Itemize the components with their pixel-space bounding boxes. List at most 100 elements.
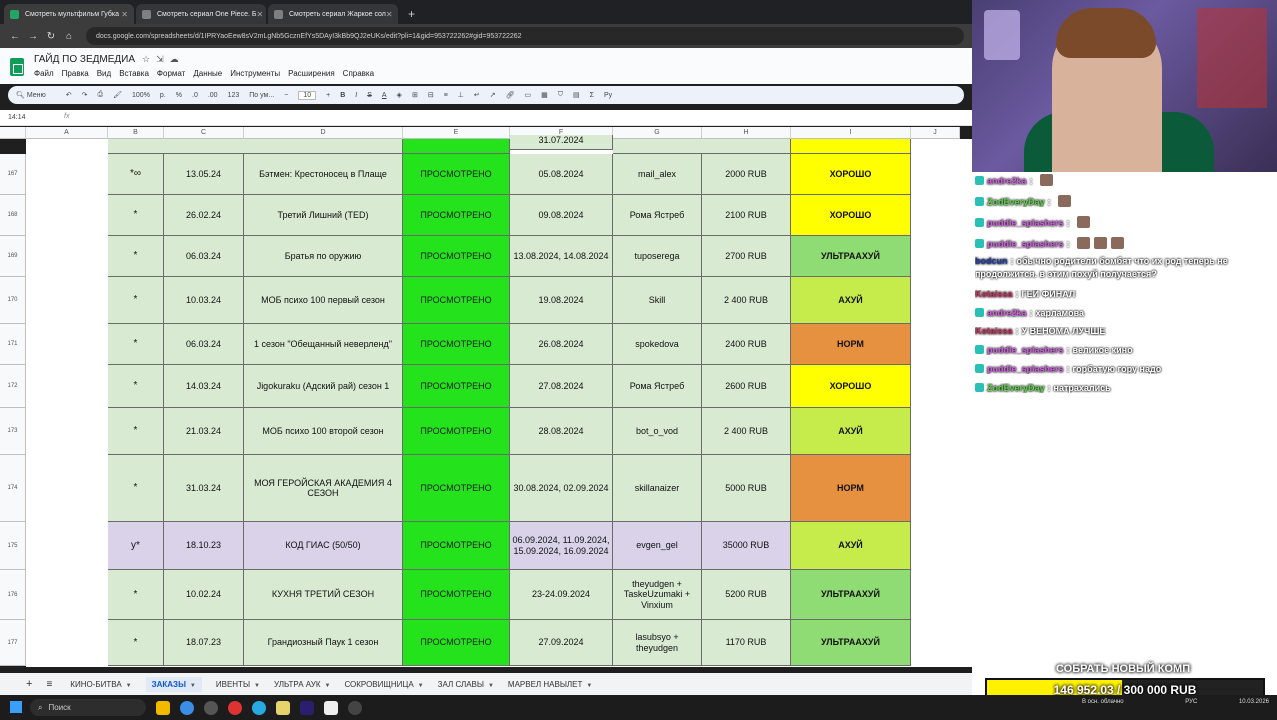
search-menu-button[interactable]: 🔍︎ Меню bbox=[16, 91, 56, 99]
menu-item[interactable]: Правка bbox=[62, 69, 89, 78]
title-cell[interactable]: КОД ГИАС (50/50) bbox=[244, 522, 403, 570]
partial-row-date-cell[interactable]: 31.07.2024 bbox=[510, 135, 613, 150]
title-cell[interactable]: Jigokuraku (Адский рай) сезон 1 bbox=[244, 365, 403, 408]
rating-cell[interactable]: УЛЬТРААХУЙ bbox=[791, 236, 911, 277]
row-number[interactable]: 169 bbox=[0, 236, 26, 277]
redo-icon[interactable]: ↷ bbox=[82, 91, 88, 99]
app-white-icon[interactable] bbox=[324, 700, 338, 715]
status-cell[interactable]: ПРОСМОТРЕНО bbox=[403, 455, 510, 522]
order-date-cell[interactable]: 06.03.24 bbox=[164, 236, 244, 277]
column-header[interactable]: A bbox=[26, 127, 108, 139]
order-date-cell[interactable]: 06.03.24 bbox=[164, 324, 244, 365]
app-red-icon[interactable] bbox=[228, 700, 242, 715]
customer-cell[interactable]: bot_o_vod bbox=[613, 408, 702, 455]
price-cell[interactable]: 5200 RUB bbox=[702, 570, 791, 620]
rating-cell[interactable]: АХУЙ bbox=[791, 522, 911, 570]
title-cell[interactable]: Братья по оружию bbox=[244, 236, 403, 277]
column-header[interactable]: G bbox=[613, 127, 702, 139]
more-formats-button[interactable]: 123 bbox=[228, 92, 240, 99]
customer-cell[interactable]: Рома Ястреб bbox=[613, 365, 702, 408]
watch-date-cell[interactable]: 27.08.2024 bbox=[510, 365, 613, 408]
menu-item[interactable]: Файл bbox=[34, 69, 54, 78]
comment-icon[interactable]: ▭ bbox=[525, 91, 532, 99]
obs-icon[interactable] bbox=[348, 700, 362, 715]
column-header[interactable]: J bbox=[911, 127, 960, 139]
order-date-cell[interactable]: 21.03.24 bbox=[164, 408, 244, 455]
partial-row-status-cell[interactable] bbox=[403, 139, 510, 154]
decrease-decimal-button[interactable]: .0 bbox=[192, 92, 198, 99]
tab-close-icon[interactable]: ✕ bbox=[121, 10, 128, 19]
chevron-down-icon[interactable]: ▼ bbox=[254, 683, 260, 689]
input-tools-icon[interactable]: Ру bbox=[604, 92, 612, 99]
italic-icon[interactable]: I bbox=[355, 92, 357, 99]
row-number[interactable]: 177 bbox=[0, 620, 26, 666]
status-cell[interactable]: ПРОСМОТРЕНО bbox=[403, 195, 510, 236]
price-cell[interactable]: 2600 RUB bbox=[702, 365, 791, 408]
premiere-icon[interactable] bbox=[300, 700, 314, 715]
status-cell[interactable]: ПРОСМОТРЕНО bbox=[403, 236, 510, 277]
fill-color-icon[interactable]: ◈ bbox=[397, 91, 402, 99]
tab-close-icon[interactable]: ✕ bbox=[386, 10, 393, 19]
filter-views-icon[interactable]: ▤ bbox=[573, 91, 580, 99]
print-icon[interactable]: ⎙ bbox=[98, 91, 104, 99]
row-number[interactable]: 174 bbox=[0, 455, 26, 522]
percent-button[interactable]: % bbox=[176, 92, 182, 99]
title-cell[interactable]: КУХНЯ ТРЕТИЙ СЕЗОН bbox=[244, 570, 403, 620]
row-number[interactable]: 175 bbox=[0, 522, 26, 570]
font-select[interactable]: По ум... bbox=[249, 92, 274, 99]
sheet-tab[interactable]: ИВЕНТЫ ▼ bbox=[216, 680, 260, 689]
document-title[interactable]: ГАЙД ПО ЗЕДМЕДИА bbox=[34, 54, 135, 65]
strikethrough-icon[interactable]: S bbox=[367, 92, 372, 99]
rating-cell[interactable]: УЛЬТРААХУЙ bbox=[791, 570, 911, 620]
customer-cell[interactable]: theyudgen + TaskeUzumaki + Vinxium bbox=[613, 570, 702, 620]
undo-icon[interactable]: ↶ bbox=[66, 91, 72, 99]
order-date-cell[interactable]: 26.02.24 bbox=[164, 195, 244, 236]
filter-icon[interactable]: ⛉ bbox=[558, 91, 563, 99]
title-cell[interactable]: Третий Лишний (TED) bbox=[244, 195, 403, 236]
chevron-down-icon[interactable]: ▼ bbox=[324, 683, 330, 689]
type-cell[interactable]: * bbox=[108, 620, 164, 666]
align-icon[interactable]: ≡ bbox=[444, 92, 448, 99]
browser-tab[interactable]: Смотреть сериал Жаркое сол ✕ bbox=[268, 4, 398, 24]
link-icon[interactable]: 🔗︎ bbox=[506, 91, 515, 99]
partial-row-cell[interactable] bbox=[613, 139, 791, 154]
type-cell[interactable]: * bbox=[108, 570, 164, 620]
menu-item[interactable]: Вставка bbox=[119, 69, 149, 78]
price-cell[interactable]: 2700 RUB bbox=[702, 236, 791, 277]
type-cell[interactable]: *∞ bbox=[108, 154, 164, 195]
price-cell[interactable]: 2100 RUB bbox=[702, 195, 791, 236]
chat-username[interactable]: ZodEveryDay bbox=[987, 383, 1045, 393]
browser-tab[interactable]: Смотреть сериал One Piece. Б ✕ bbox=[136, 4, 266, 24]
order-date-cell[interactable]: 18.07.23 bbox=[164, 620, 244, 666]
type-cell[interactable]: * bbox=[108, 455, 164, 522]
status-cell[interactable]: ПРОСМОТРЕНО bbox=[403, 522, 510, 570]
chart-icon[interactable]: ▦ bbox=[541, 91, 548, 99]
watch-date-cell[interactable]: 30.08.2024, 02.09.2024 bbox=[510, 455, 613, 522]
row-number[interactable]: 167 bbox=[0, 154, 26, 195]
price-cell[interactable]: 2000 RUB bbox=[702, 154, 791, 195]
menu-item[interactable]: Данные bbox=[193, 69, 222, 78]
chat-username[interactable]: puddle_splashers bbox=[987, 239, 1064, 249]
column-header[interactable]: I bbox=[791, 127, 911, 139]
price-cell[interactable]: 1170 RUB bbox=[702, 620, 791, 666]
status-cell[interactable]: ПРОСМОТРЕНО bbox=[403, 154, 510, 195]
taskbar-search[interactable]: ⌕ Поиск bbox=[30, 699, 146, 716]
font-size-increase-button[interactable]: + bbox=[326, 92, 330, 99]
order-date-cell[interactable]: 10.02.24 bbox=[164, 570, 244, 620]
add-sheet-icon[interactable]: + bbox=[26, 678, 32, 690]
rating-cell[interactable]: ХОРОШО bbox=[791, 365, 911, 408]
merge-cells-icon[interactable]: ⊟ bbox=[428, 91, 434, 99]
menu-item[interactable]: Формат bbox=[157, 69, 185, 78]
chat-username[interactable]: andre2ka bbox=[987, 308, 1027, 318]
partial-row-rating-cell[interactable] bbox=[791, 139, 911, 154]
cloud-icon[interactable]: ☁ bbox=[170, 54, 185, 64]
chevron-down-icon[interactable]: ▼ bbox=[418, 683, 424, 689]
title-cell[interactable]: МОБ психо 100 второй сезон bbox=[244, 408, 403, 455]
price-cell[interactable]: 2 400 RUB bbox=[702, 277, 791, 324]
back-icon[interactable]: ← bbox=[6, 31, 24, 42]
font-size-decrease-button[interactable]: − bbox=[284, 92, 288, 99]
customer-cell[interactable]: evgen_gel bbox=[613, 522, 702, 570]
wrap-icon[interactable]: ↵ bbox=[474, 91, 480, 99]
sheets-logo-icon[interactable] bbox=[10, 58, 24, 76]
column-header[interactable]: E bbox=[403, 127, 510, 139]
